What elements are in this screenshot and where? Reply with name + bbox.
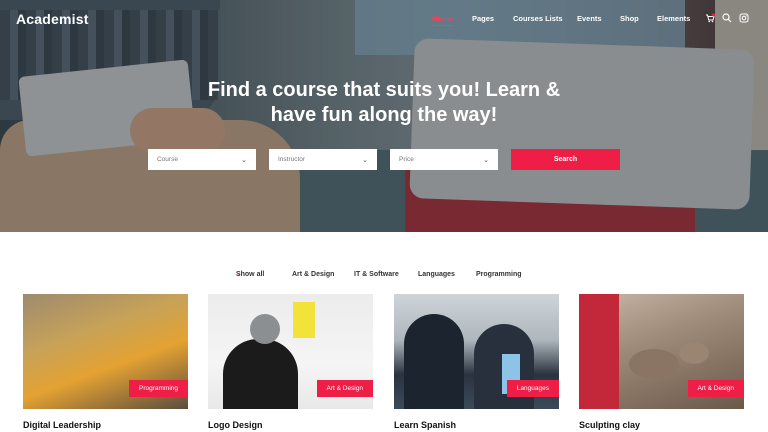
clay-bowl-image [679,342,709,364]
course-select[interactable]: Course ⌄ [148,149,256,170]
course-image[interactable]: Art & Design [579,294,744,409]
nav-item-home[interactable]: Home [432,14,453,26]
course-title[interactable]: Sculpting clay [579,420,744,430]
filter-label: Show all [235,271,265,278]
instructor-select-label: Instructor [278,156,306,163]
person-head-image [250,314,280,344]
course-category-badge[interactable]: Art & Design [687,380,744,397]
search-button[interactable]: Search [511,149,620,170]
filter-show-all[interactable]: → Show all [234,271,264,278]
course-image[interactable]: Art & Design [208,294,373,409]
course-select-label: Course [157,156,178,163]
price-select[interactable]: Price ⌄ [390,149,498,170]
chevron-down-icon: ⌄ [483,156,489,164]
nav-item-events[interactable]: Events [577,14,602,23]
course-category-badge[interactable]: Programming [128,380,188,397]
cart-icon[interactable] [705,13,715,25]
nav-item-shop[interactable]: Shop [620,14,639,23]
clay-bowl-image [629,349,679,379]
nav-item-pages[interactable]: Pages [472,14,494,23]
filter-art-design[interactable]: Art & Design [292,271,334,278]
instructor-select[interactable]: Instructor ⌄ [269,149,377,170]
chevron-down-icon: ⌄ [362,156,368,164]
filter-it-software[interactable]: IT & Software [354,271,399,278]
sticky-note-image [293,302,315,338]
course-image[interactable]: Languages [394,294,559,409]
course-category-badge[interactable]: Art & Design [316,380,373,397]
course-card[interactable]: Languages Learn Spanish [394,294,559,430]
nav-item-elements[interactable]: Elements [657,14,690,23]
course-card[interactable]: Programming Digital Leadership [23,294,188,430]
hero-title-line-1: Find a course that suits you! Learn & [207,79,561,101]
search-icon[interactable] [722,13,732,25]
hero-title: Find a course that suits you! Learn & ha… [184,78,584,128]
price-select-label: Price [399,156,414,163]
course-category-badge[interactable]: Languages [506,380,559,397]
person-image [223,339,298,409]
course-card[interactable]: Art & Design Logo Design [208,294,373,430]
chevron-down-icon: ⌄ [241,156,247,164]
course-card[interactable]: Art & Design Sculpting clay [579,294,744,430]
course-filters: → Show all Art & Design IT & Software La… [0,271,768,283]
course-title[interactable]: Logo Design [208,420,373,430]
filter-languages[interactable]: Languages [418,271,455,278]
site-logo[interactable]: Academist [16,11,89,27]
sleeve-image [579,294,619,409]
course-title[interactable]: Learn Spanish [394,420,559,430]
hero-title-line-2: have fun along the way! [270,104,498,126]
nav-item-courses-lists[interactable]: Courses Lists [513,14,563,23]
filter-programming[interactable]: Programming [476,271,522,278]
person-image [404,314,464,409]
course-image[interactable]: Programming [23,294,188,409]
instagram-icon[interactable] [739,13,749,25]
course-title[interactable]: Digital Leadership [23,420,188,430]
